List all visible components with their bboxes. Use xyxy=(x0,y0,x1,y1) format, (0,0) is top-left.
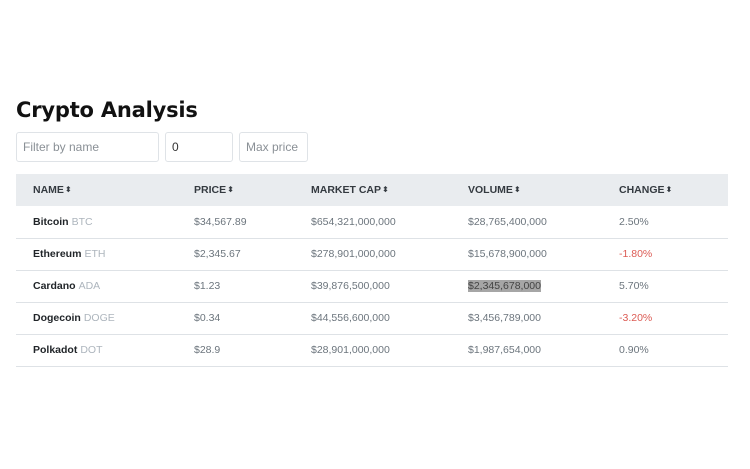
page-title: Crypto Analysis xyxy=(16,98,198,122)
volume-cell: $2,345,678,000 xyxy=(468,270,619,302)
column-header-price[interactable]: PRICE⬍ xyxy=(194,174,311,206)
price-cell: $28.9 xyxy=(194,344,221,356)
volume-cell: $3,456,789,000 xyxy=(468,312,541,324)
sort-icon: ⬍ xyxy=(64,185,72,194)
table-row: Bitcoin BTC $34,567.89 $654,321,000,000 $… xyxy=(16,206,728,238)
change-cell: 0.90% xyxy=(619,344,649,356)
table-row: Polkadot DOT $28.9 $28,901,000,000 $1,987… xyxy=(16,334,728,366)
sort-icon: ⬍ xyxy=(665,185,673,194)
volume-cell: $28,765,400,000 xyxy=(468,215,547,228)
crypto-analysis-page: Crypto Analysis NAME⬍ PRICE⬍ MARKET CAP⬍… xyxy=(16,96,728,367)
price-cell: $2,345.67 xyxy=(194,248,241,260)
sort-icon: ⬍ xyxy=(382,185,389,194)
column-header-volume[interactable]: VOLUME⬍ xyxy=(468,174,619,206)
market-cap-cell: $28,901,000,000 xyxy=(311,344,390,356)
column-header-change[interactable]: CHANGE⬍ xyxy=(619,174,728,206)
market-cap-cell: $44,556,600,000 xyxy=(311,312,390,324)
coin-symbol: DOGE xyxy=(83,312,115,324)
change-cell: 2.50% xyxy=(619,215,649,228)
column-header-name[interactable]: NAME⬍ xyxy=(16,174,194,206)
min-price-input[interactable] xyxy=(165,132,233,162)
coin-name-cell: Dogecoin DOGE xyxy=(16,302,194,334)
volume-cell: $1,987,654,000 xyxy=(468,344,541,356)
table-header-row: NAME⬍ PRICE⬍ MARKET CAP⬍ VOLUME⬍ CHANGE⬍ xyxy=(16,174,728,206)
coin-name-cell: Ethereum ETH xyxy=(16,238,194,270)
coin-symbol: DOT xyxy=(80,344,103,356)
price-cell: $0.34 xyxy=(194,312,221,324)
table-row: Cardano ADA $1.23 $39,876,500,000 $2,345,… xyxy=(16,270,728,302)
change-cell: -3.20% xyxy=(619,312,653,324)
coin-name: Ethereum xyxy=(33,248,82,260)
coin-name-cell: Polkadot DOT xyxy=(16,334,194,366)
max-price-input[interactable] xyxy=(239,132,308,162)
coin-symbol: ADA xyxy=(78,280,101,292)
column-header-label: CHANGE xyxy=(619,184,665,196)
coin-name: Cardano xyxy=(33,280,76,292)
column-header-label: NAME xyxy=(33,184,64,196)
price-cell: $1.23 xyxy=(194,280,221,292)
coin-symbol: ETH xyxy=(84,248,106,260)
market-cap-cell: $278,901,000,000 xyxy=(311,248,396,260)
coin-symbol: BTC xyxy=(71,215,93,228)
column-header-market-cap[interactable]: MARKET CAP⬍ xyxy=(311,174,468,206)
table-row: Dogecoin DOGE $0.34 $44,556,600,000 $3,45… xyxy=(16,302,728,334)
column-header-label: MARKET CAP xyxy=(311,184,381,196)
coin-name: Dogecoin xyxy=(33,312,81,324)
crypto-table: NAME⬍ PRICE⬍ MARKET CAP⬍ VOLUME⬍ CHANGE⬍… xyxy=(16,174,728,367)
change-cell: -1.80% xyxy=(619,248,653,260)
market-cap-cell: $654,321,000,000 xyxy=(311,215,396,228)
change-cell: 5.70% xyxy=(619,280,649,292)
coin-name: Bitcoin xyxy=(33,215,69,228)
coin-name: Polkadot xyxy=(33,344,78,356)
table-row: Ethereum ETH $2,345.67 $278,901,000,000 $… xyxy=(16,238,728,270)
market-cap-cell: $39,876,500,000 xyxy=(311,280,390,292)
filter-bar xyxy=(16,132,728,162)
coin-name-cell: Cardano ADA xyxy=(16,270,194,302)
name-filter-input[interactable] xyxy=(16,132,159,162)
price-cell: $34,567.89 xyxy=(194,215,247,228)
sort-icon: ⬍ xyxy=(513,185,521,194)
column-header-label: PRICE xyxy=(194,184,227,196)
volume-cell: $15,678,900,000 xyxy=(468,248,547,260)
coin-name-cell: Bitcoin BTC xyxy=(16,206,194,238)
sort-icon: ⬍ xyxy=(227,185,234,194)
selected-text: $2,345,678,000 xyxy=(468,280,541,292)
column-header-label: VOLUME xyxy=(468,184,513,196)
